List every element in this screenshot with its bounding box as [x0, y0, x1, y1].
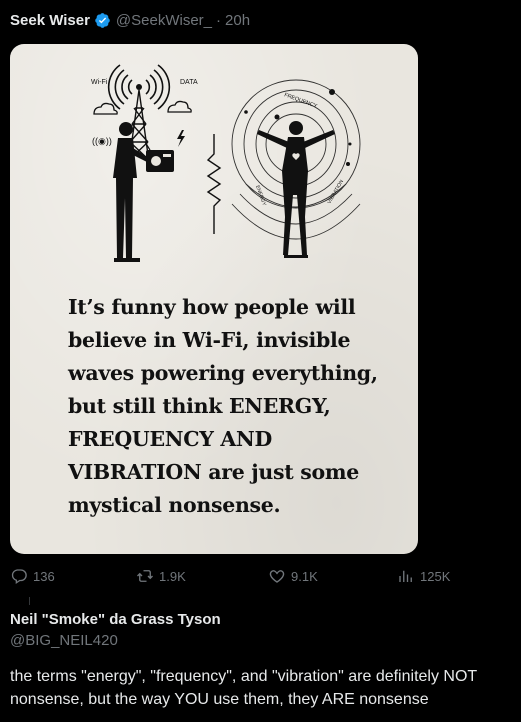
- data-label: DATA: [180, 79, 198, 86]
- views-count: 125K: [420, 568, 451, 584]
- quote-line: FREQUENCY AND: [68, 427, 272, 451]
- like-count: 9.1K: [291, 568, 318, 584]
- post-header: Seek Wiser @SeekWiser_ · 20h: [10, 9, 250, 31]
- man-silhouette: [113, 122, 149, 262]
- frequency-label: FREQUENCY: [283, 92, 318, 110]
- quote-line: believe in Wi-Fi, invisible: [68, 328, 351, 352]
- like-button[interactable]: 9.1K: [268, 567, 318, 585]
- post-timestamp[interactable]: 20h: [225, 12, 250, 29]
- post-image[interactable]: Wi-Fi DATA ((◉)) FREQUENCY ENERGY VIBRAT…: [10, 44, 418, 554]
- frequency-zigzag: [206, 134, 222, 234]
- quote-line: waves powering everything,: [68, 361, 378, 385]
- reply-icon: [11, 569, 27, 585]
- repost-count: 1.9K: [159, 568, 186, 584]
- quote-line: It’s funny how people will: [68, 295, 356, 319]
- reply-author-name[interactable]: Neil "Smoke" da Grass Tyson: [10, 611, 221, 628]
- repost-button[interactable]: 1.9K: [136, 567, 186, 585]
- verified-badge-icon: [94, 12, 111, 29]
- illustration: Wi-Fi DATA ((◉)) FREQUENCY ENERGY VIBRAT…: [91, 64, 361, 262]
- radio-icon: [144, 141, 174, 172]
- separator-dot: ·: [216, 11, 222, 29]
- quote-text: It’s funny how people will believe in Wi…: [68, 291, 408, 522]
- thread-connector: [29, 597, 30, 605]
- repost-icon: [137, 570, 153, 582]
- quote-line: mystical nonsense.: [68, 493, 281, 517]
- figure-silhouette: [257, 121, 335, 258]
- post-actions: 136 1.9K 9.1K 125K: [0, 567, 521, 589]
- quote-line: but still think ENERGY,: [68, 394, 331, 418]
- reply-button[interactable]: 136: [10, 567, 55, 585]
- like-icon: [269, 570, 285, 583]
- signal-small-icon: ((◉)): [92, 136, 112, 146]
- views-button[interactable]: 125K: [397, 567, 450, 585]
- post-handle[interactable]: @SeekWiser_: [116, 12, 212, 29]
- reply-handle[interactable]: @BIG_NEIL420: [10, 632, 118, 649]
- post-author-name[interactable]: Seek Wiser: [10, 12, 90, 29]
- reply-text: the terms "energy", "frequency", and "vi…: [10, 668, 477, 708]
- views-icon: [399, 570, 412, 582]
- tower-beacon: [136, 84, 142, 90]
- reply-count: 136: [33, 568, 55, 584]
- vibration-label: VIBRATION: [327, 179, 346, 205]
- quote-line: VIBRATION are just some: [68, 460, 360, 484]
- lightning-icon: [177, 130, 185, 147]
- wifi-label: Wi-Fi: [91, 79, 108, 86]
